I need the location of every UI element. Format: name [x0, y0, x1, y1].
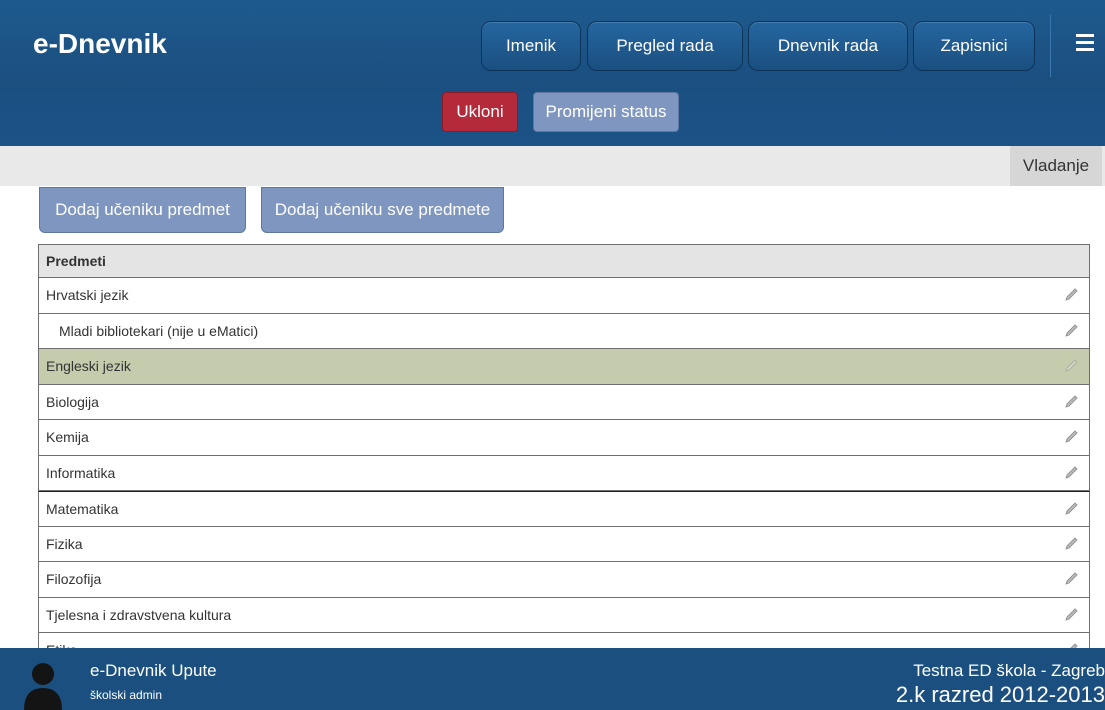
table-row[interactable]: Tjelesna i zdravstvena kultura [38, 597, 1090, 633]
table-row[interactable]: Fizika [38, 526, 1090, 562]
subject-name: Engleski jezik [46, 358, 131, 375]
subject-name: Hrvatski jezik [46, 287, 129, 304]
pencil-icon[interactable] [1063, 429, 1079, 445]
subject-name: Informatika [46, 464, 116, 481]
nav-pregled-rada-button[interactable]: Pregled rada [587, 21, 743, 71]
top-header: e-Dnevnik Imenik Pregled rada Dnevnik ra… [0, 0, 1105, 146]
pencil-icon[interactable] [1063, 465, 1079, 481]
table-row[interactable]: Hrvatski jezik [38, 278, 1090, 314]
user-role: školski admin [90, 688, 163, 702]
nav-imenik-button[interactable]: Imenik [481, 21, 581, 71]
pencil-icon[interactable] [1063, 536, 1079, 552]
tab-strip [0, 146, 1105, 186]
subject-name: Fizika [46, 535, 83, 552]
subject-name: Kemija [46, 429, 89, 446]
hamburger-icon[interactable] [1076, 34, 1094, 51]
table-row-selected[interactable]: Engleski jezik [38, 349, 1090, 385]
pencil-icon[interactable] [1063, 501, 1079, 517]
add-all-subjects-button[interactable]: Dodaj učeniku sve predmete [261, 187, 504, 233]
school-name: Testna ED škola - Zagreb [913, 661, 1105, 680]
tab-vladanje[interactable]: Vladanje [1010, 146, 1102, 186]
subject-name: Tjelesna i zdravstvena kultura [46, 606, 232, 623]
subject-name: Biologija [46, 393, 99, 410]
table-row[interactable]: Biologija [38, 384, 1090, 420]
table-row[interactable]: Matematika [38, 491, 1090, 527]
pencil-icon[interactable] [1063, 394, 1079, 410]
change-status-button[interactable]: Promijeni status [533, 92, 679, 132]
table-row[interactable]: Filozofija [38, 562, 1090, 598]
pencil-icon[interactable] [1063, 323, 1079, 339]
add-subject-button[interactable]: Dodaj učeniku predmet [39, 187, 246, 233]
pencil-icon[interactable] [1063, 287, 1079, 303]
app-brand[interactable]: e-Dnevnik [33, 28, 167, 60]
subject-name: Filozofija [46, 571, 102, 588]
subject-name: Mladi bibliotekari (nije u eMatici) [59, 322, 259, 339]
nav-dnevnik-rada-button[interactable]: Dnevnik rada [748, 21, 908, 71]
remove-button[interactable]: Ukloni [442, 92, 518, 132]
user-silhouette-icon [24, 663, 62, 710]
class-name: 2.k razred 2012-2013 [895, 682, 1105, 707]
subject-name: Matematika [46, 500, 119, 517]
table-row[interactable]: Informatika [38, 455, 1090, 491]
table-header: Predmeti [38, 244, 1090, 278]
nav-zapisnici-button[interactable]: Zapisnici [913, 21, 1035, 71]
pencil-icon[interactable] [1063, 358, 1079, 374]
footer-bar: e-Dnevnik Upute školski admin Testna ED … [0, 648, 1105, 710]
pencil-icon[interactable] [1063, 571, 1079, 587]
header-divider [1050, 15, 1051, 77]
subjects-table: Predmeti Hrvatski jezik Mladi biblioteka… [38, 244, 1090, 669]
table-row[interactable]: Mladi bibliotekari (nije u eMatici) [38, 313, 1090, 349]
table-row[interactable]: Kemija [38, 420, 1090, 456]
help-link[interactable]: e-Dnevnik Upute [90, 661, 217, 681]
pencil-icon[interactable] [1063, 607, 1079, 623]
